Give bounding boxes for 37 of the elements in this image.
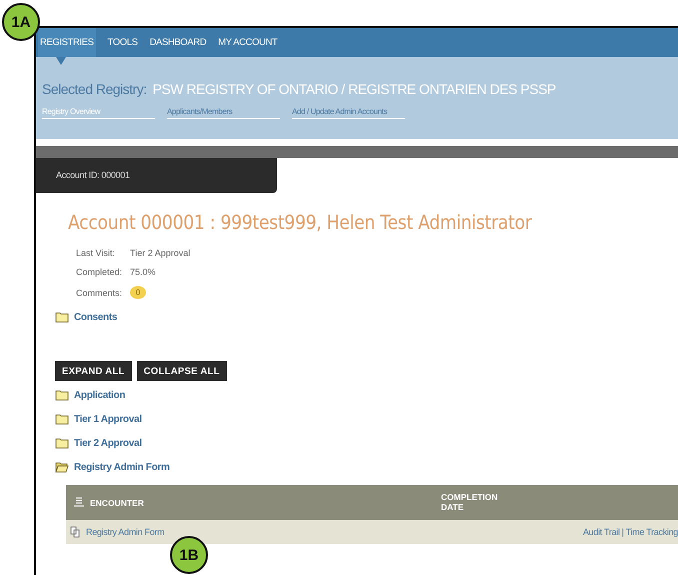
column-header: ENCOUNTER	[90, 498, 144, 508]
toggle-all-button[interactable]: EXPAND ALL	[55, 361, 132, 381]
detail-label: Completed:	[76, 267, 122, 277]
folder-item[interactable]: Application	[55, 383, 678, 407]
registry-label: Selected Registry:	[42, 81, 147, 97]
sub-nav-link[interactable]: Applicants/Members	[167, 107, 280, 119]
callout-badge: 1A	[2, 3, 40, 41]
column-header: COMPLETION DATE	[441, 493, 499, 512]
toggle-all-button[interactable]: COLLAPSE ALL	[136, 361, 227, 381]
encounter-link[interactable]: Registry Admin Form	[86, 527, 164, 537]
registry-name: PSW REGISTRY OF ONTARIO / REGISTRE ONTARIEN DES PSSP	[152, 81, 556, 97]
open-folder-icon	[55, 461, 69, 473]
folder-item[interactable]: Tier 1 Approval	[55, 407, 678, 431]
account-title: Account 000001 : 999test999, Helen Test Administrator	[68, 211, 533, 234]
nav-tab[interactable]: TOOLS	[108, 28, 138, 57]
documents-icon	[70, 526, 81, 538]
callout-badge: 1B	[170, 536, 208, 574]
nav-tab[interactable]: MY ACCOUNT	[218, 28, 278, 57]
link-separator: |	[622, 527, 624, 537]
sub-nav-link[interactable]: Add / Update Admin Accounts	[292, 107, 405, 119]
action-link[interactable]: Time Tracking	[626, 527, 678, 537]
folder-icon	[55, 413, 69, 425]
detail-value: 75.0%	[130, 267, 157, 277]
comment-count-badge: 0	[130, 286, 146, 299]
folder-icon	[55, 311, 69, 323]
detail-label: Comments:	[76, 288, 122, 298]
account-id-tab[interactable]: Account ID: 000001	[36, 158, 277, 193]
detail-label: Last Visit:	[76, 248, 116, 258]
folder-icon	[55, 389, 69, 401]
consents-folder[interactable]: Consents	[55, 305, 678, 329]
nav-tab[interactable]: DASHBOARD	[150, 28, 206, 57]
list-icon	[74, 497, 84, 508]
action-link[interactable]: Audit Trail	[582, 527, 620, 537]
detail-value: Tier 2 Approval	[130, 248, 190, 258]
folder-item[interactable]: Registry Admin Form	[55, 455, 678, 479]
folder-item[interactable]: Tier 2 Approval	[55, 431, 678, 455]
folder-icon	[55, 437, 69, 449]
